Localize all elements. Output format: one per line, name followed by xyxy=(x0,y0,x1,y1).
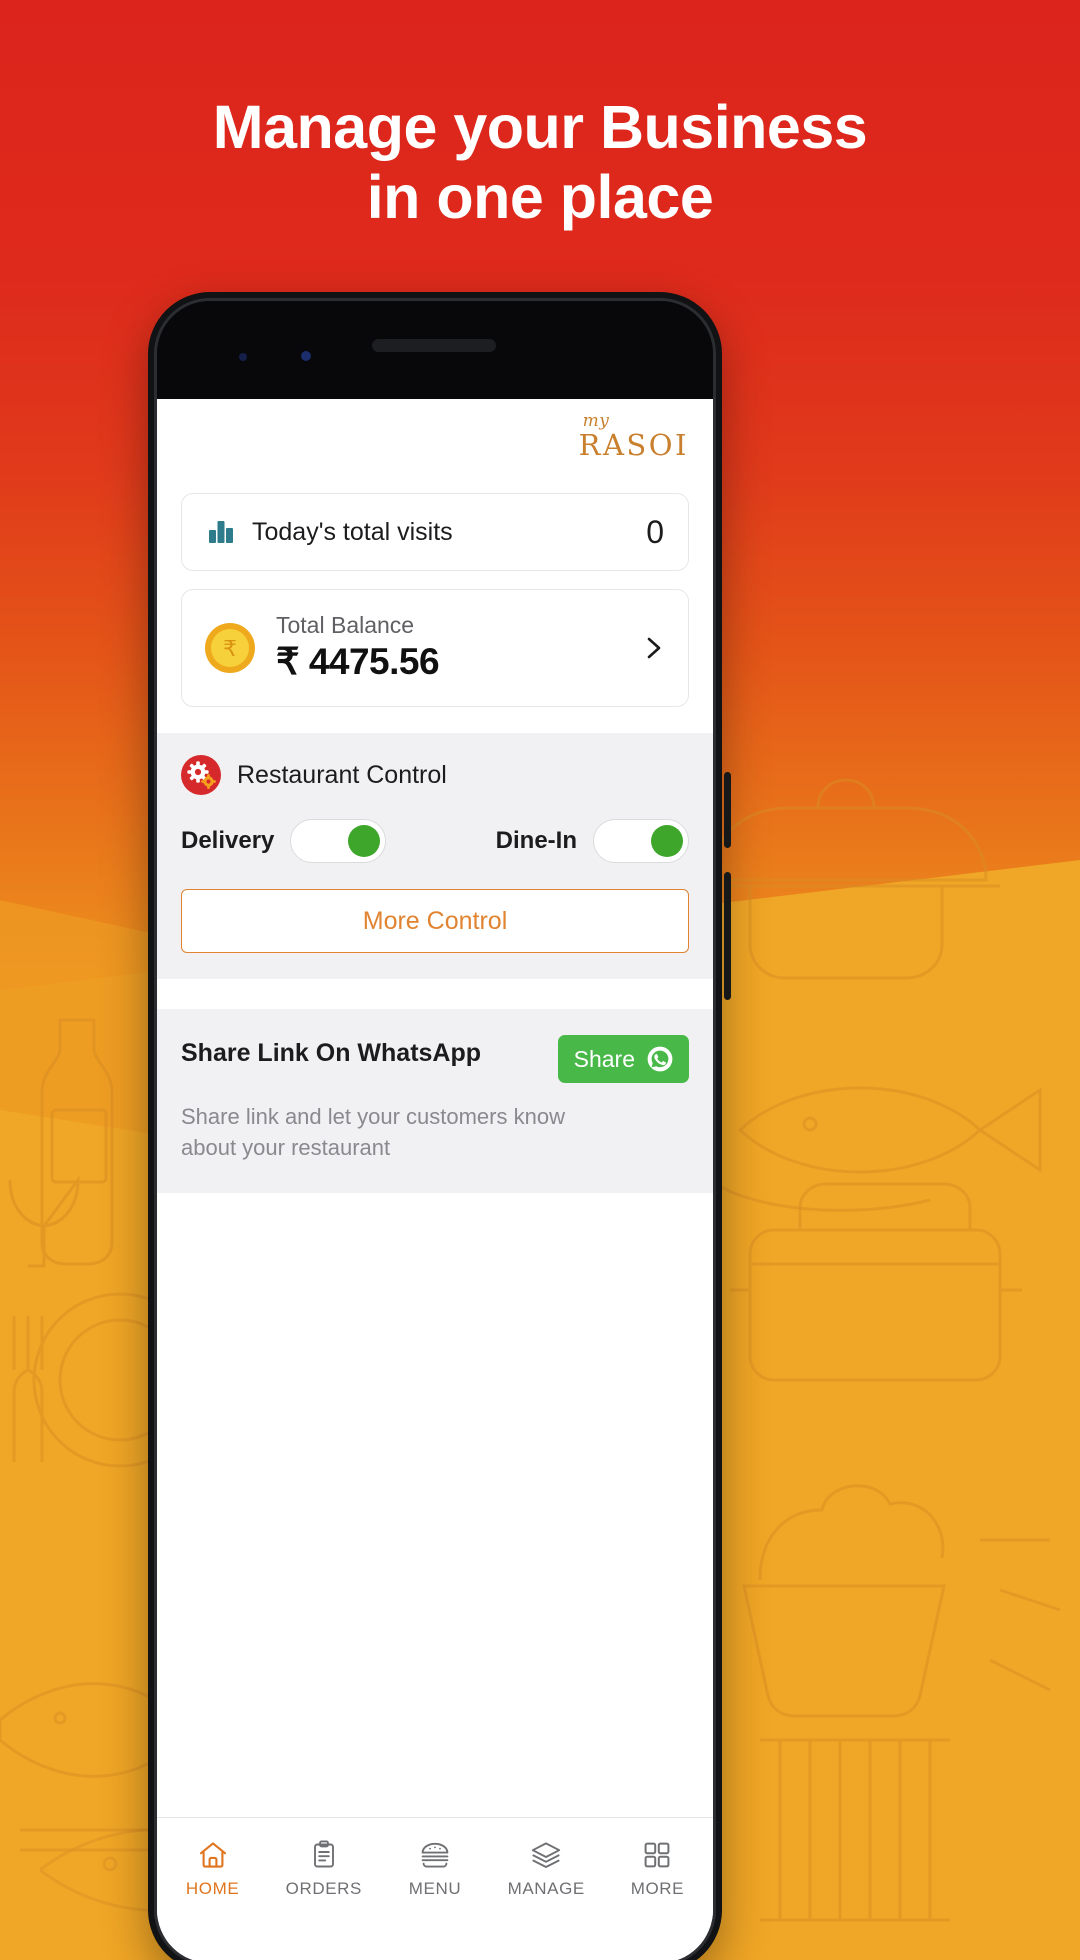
more-control-button[interactable]: More Control xyxy=(181,889,689,953)
share-button-label: Share xyxy=(573,1045,635,1072)
whatsapp-share-description: Share link and let your customers know a… xyxy=(181,1104,565,1161)
dinein-toggle-label: Dine-In xyxy=(495,827,577,854)
phone-volume-button xyxy=(724,772,731,848)
rupee-coin-icon: ₹ xyxy=(204,622,256,674)
nav-item-more[interactable]: MORE xyxy=(602,1838,713,1899)
front-camera xyxy=(301,351,311,361)
restaurant-control-section: Restaurant Control Delivery Dine-In More… xyxy=(157,733,713,979)
phone-bottom-chin xyxy=(157,1919,713,1960)
nav-item-home[interactable]: HOME xyxy=(157,1838,268,1899)
nav-item-orders[interactable]: ORDERS xyxy=(268,1838,379,1899)
clipboard-icon xyxy=(307,1838,341,1872)
app-screen: my RASOI Today's total visits 0 ₹ Total … xyxy=(157,399,713,1960)
phone-mockup: my RASOI Today's total visits 0 ₹ Total … xyxy=(148,292,731,1960)
app-logo: my RASOI xyxy=(579,413,689,460)
headline-line-1: Manage your Business xyxy=(212,93,868,161)
nav-label-orders: ORDERS xyxy=(285,1879,362,1898)
nav-label-more: MORE xyxy=(630,1879,685,1898)
page-title: Manage your Business in one place xyxy=(0,95,1080,229)
nav-label-home: HOME xyxy=(185,1879,240,1898)
delivery-toggle[interactable] xyxy=(290,819,387,863)
share-button[interactable]: Share xyxy=(557,1035,689,1083)
nav-item-manage[interactable]: MANAGE xyxy=(491,1838,602,1899)
restaurant-control-toggles: Delivery Dine-In xyxy=(181,819,689,863)
nav-label-menu: MENU xyxy=(408,1879,462,1898)
restaurant-control-header: Restaurant Control xyxy=(181,755,689,795)
whatsapp-share-section: Share Link On WhatsApp Share Share link … xyxy=(157,1009,713,1194)
chevron-right-icon[interactable] xyxy=(640,635,666,661)
toggle-knob xyxy=(348,825,381,857)
dinein-toggle[interactable] xyxy=(593,819,689,863)
restaurant-control-title: Restaurant Control xyxy=(237,760,447,789)
phone-power-button xyxy=(724,872,731,1000)
screen-empty-area xyxy=(157,1193,713,1817)
phone-top-bezel xyxy=(157,301,713,399)
todays-visits-card[interactable]: Today's total visits 0 xyxy=(181,493,689,571)
svg-text:₹: ₹ xyxy=(223,637,237,662)
gears-icon xyxy=(181,755,221,795)
headline-line-2: in one place xyxy=(366,163,714,232)
nav-item-menu[interactable]: MENU xyxy=(379,1838,490,1899)
section-divider xyxy=(157,979,713,1009)
whatsapp-share-header: Share Link On WhatsApp Share xyxy=(181,1035,689,1083)
total-balance-label: Total Balance xyxy=(276,611,415,638)
bar-chart-icon xyxy=(206,515,236,550)
todays-visits-value: 0 xyxy=(646,513,664,550)
toggle-knob xyxy=(651,825,683,857)
total-balance-card[interactable]: ₹ Total Balance ₹ 4475.56 xyxy=(181,589,689,707)
delivery-toggle-label: Delivery xyxy=(181,827,275,854)
logo-main-text: RASOI xyxy=(578,428,689,462)
earpiece-speaker xyxy=(372,339,496,352)
dinein-toggle-group: Dine-In xyxy=(496,819,689,863)
app-header: my RASOI xyxy=(157,399,713,493)
total-balance-text: Total Balance ₹ 4475.56 xyxy=(276,611,640,686)
total-balance-amount: ₹ 4475.56 xyxy=(276,641,440,683)
phone-bezel: my RASOI Today's total visits 0 ₹ Total … xyxy=(154,298,716,1960)
delivery-toggle-group: Delivery xyxy=(181,819,387,863)
layers-icon xyxy=(529,1838,563,1872)
burger-icon xyxy=(418,1838,452,1872)
nav-label-manage: MANAGE xyxy=(507,1879,585,1898)
home-icon xyxy=(196,1838,230,1872)
bottom-navigation: HOME ORDERS MENU MANAGE MORE xyxy=(157,1817,713,1919)
sensor-dot xyxy=(239,353,247,361)
grid-icon xyxy=(640,1838,674,1872)
whatsapp-icon xyxy=(647,1046,673,1072)
whatsapp-share-title: Share Link On WhatsApp xyxy=(181,1039,482,1067)
todays-visits-label: Today's total visits xyxy=(252,517,453,546)
